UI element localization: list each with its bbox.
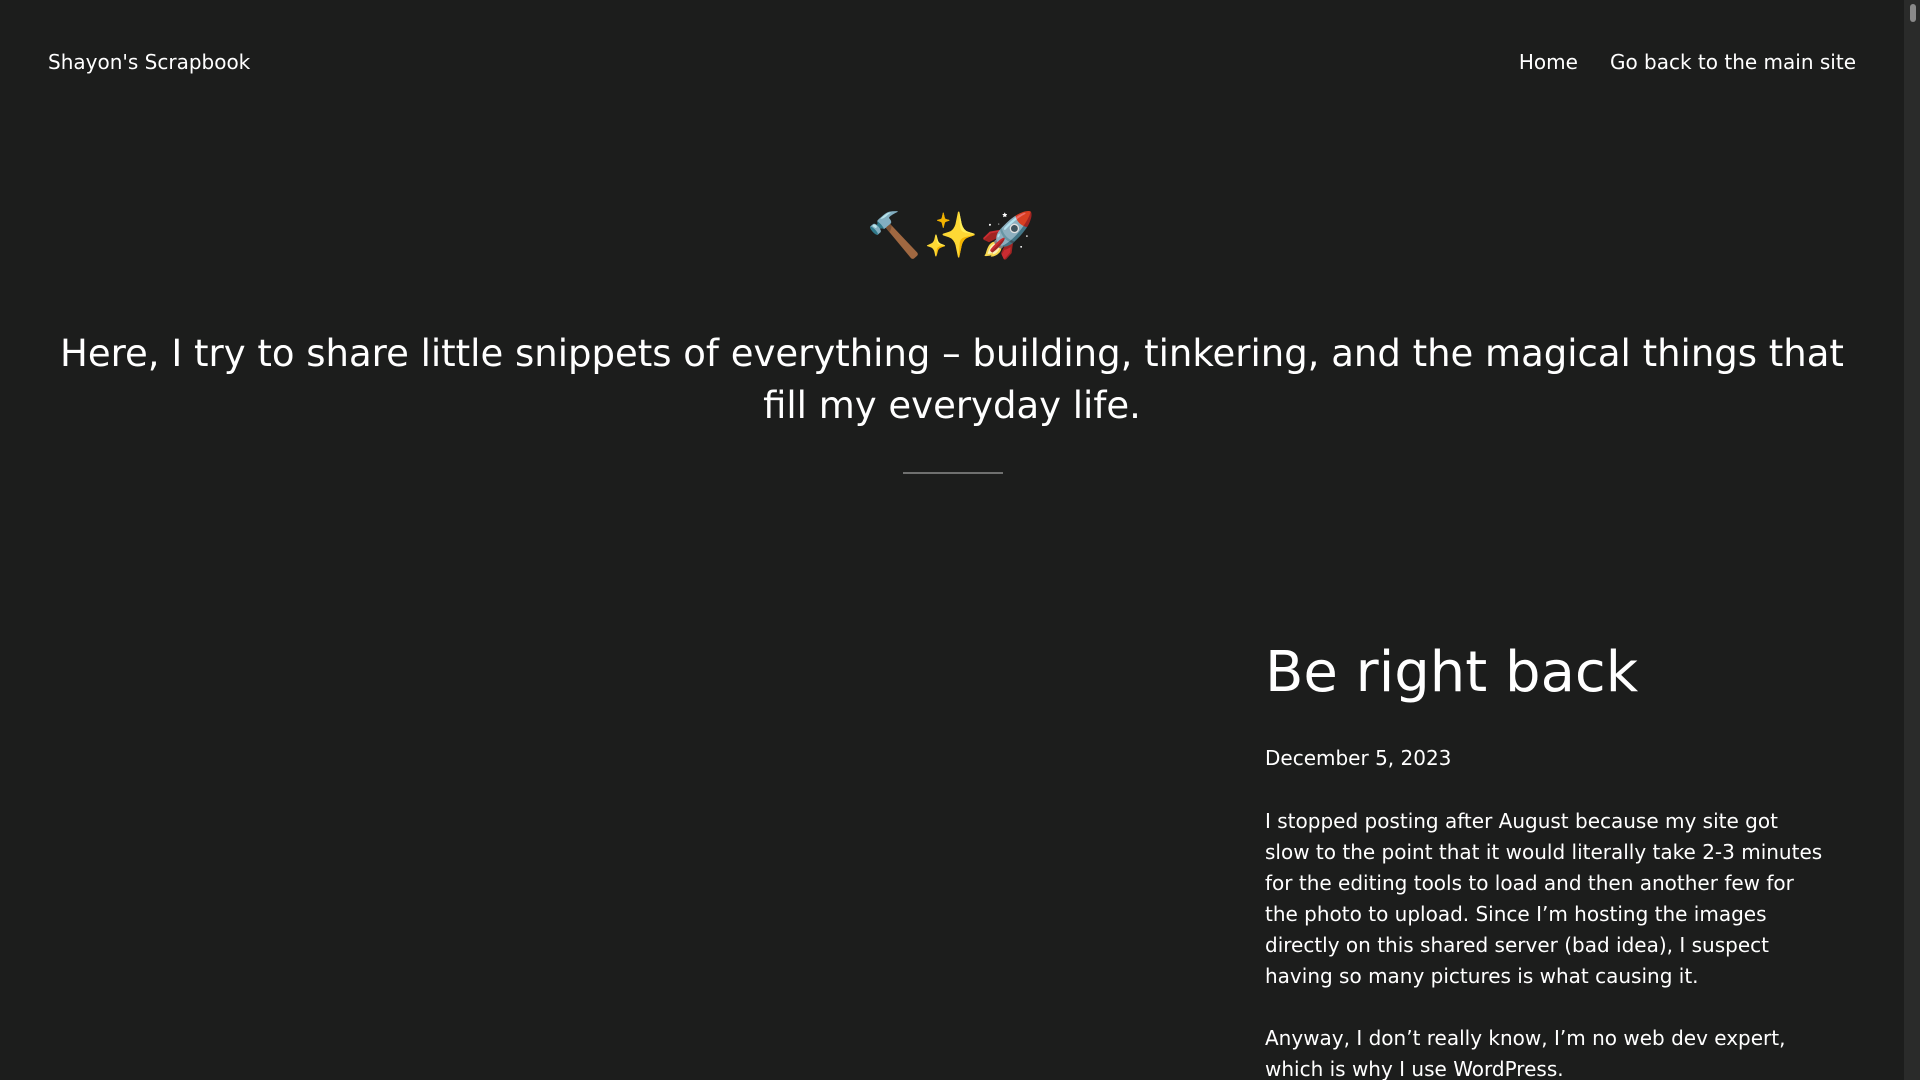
nav-home-link[interactable]: Home [1519, 50, 1578, 74]
site-tagline: Here, I try to share little snippets of … [60, 332, 1844, 427]
post-content: I stopped posting after August because m… [1265, 806, 1825, 1080]
page: Shayon's Scrapbook Home Go back to the m… [0, 0, 1904, 1080]
rocket-icon: 🚀 [980, 210, 1038, 261]
sparkles-icon: ✨ [923, 210, 981, 261]
hammer-icon: 🔨 [866, 210, 924, 261]
separator [903, 472, 1003, 474]
post-title[interactable]: Be right back [1265, 638, 1638, 708]
primary-nav: Home Go back to the main site [1519, 50, 1856, 74]
vertical-scrollbar[interactable] [1904, 0, 1920, 1080]
post-date[interactable]: December 5, 2023 [1265, 745, 1451, 771]
hero-emoji-row: 🔨✨🚀 [0, 206, 1904, 266]
nav-main-site-link[interactable]: Go back to the main site [1610, 50, 1856, 74]
post-paragraph: I stopped posting after August because m… [1265, 809, 1823, 988]
site-title-link[interactable]: Shayon's Scrapbook [48, 50, 250, 74]
scrollbar-thumb[interactable] [1910, 4, 1916, 22]
post-paragraph: Anyway, I don’t really know, I’m no web … [1265, 1026, 1786, 1080]
